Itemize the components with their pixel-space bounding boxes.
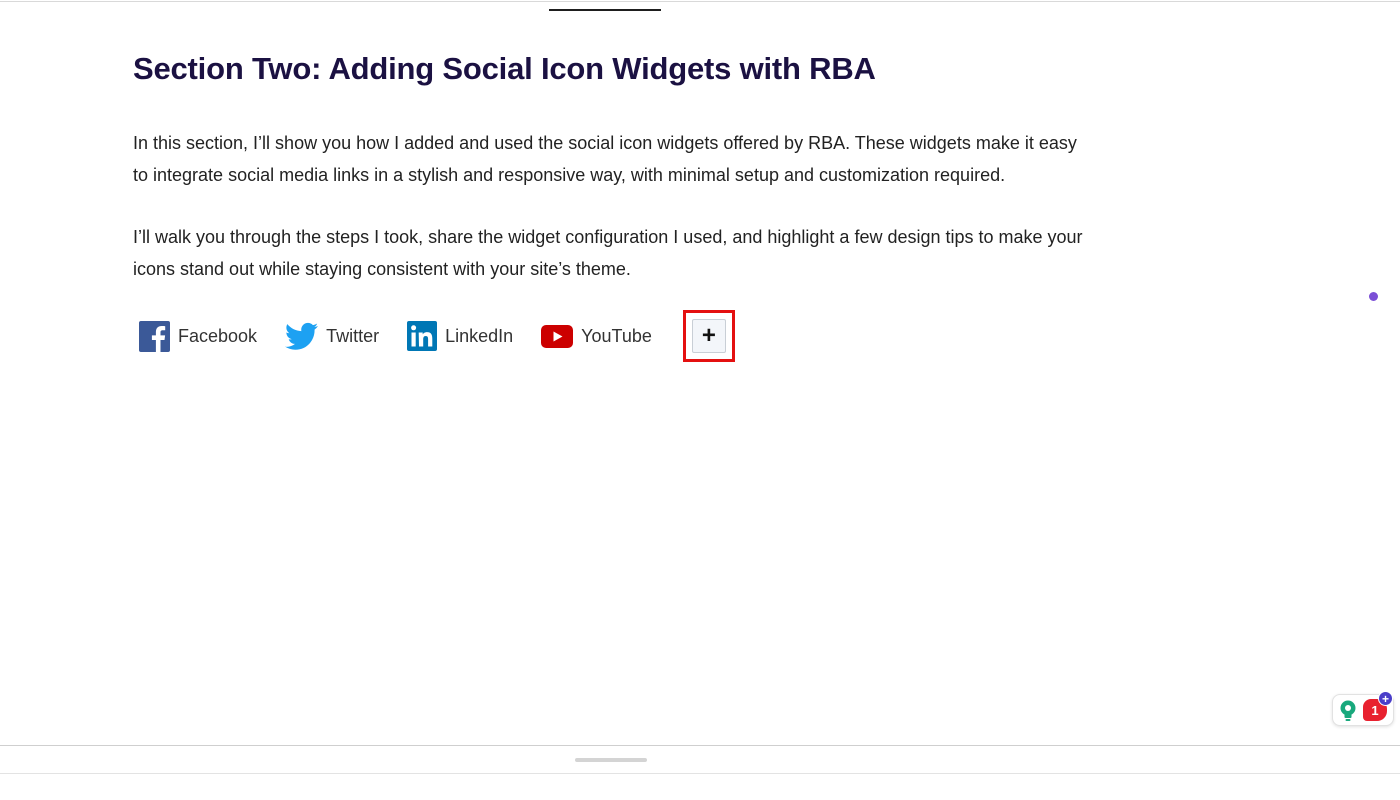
side-indicator-dot[interactable] xyxy=(1369,292,1378,301)
add-social-icon-highlight: + xyxy=(682,310,735,362)
social-link-youtube[interactable]: YouTube xyxy=(541,324,652,348)
bottom-divider-secondary xyxy=(0,773,1400,774)
bottom-divider xyxy=(0,745,1400,746)
youtube-icon xyxy=(541,324,574,348)
social-label-linkedin: LinkedIn xyxy=(445,325,514,346)
social-label-twitter: Twitter xyxy=(326,325,380,346)
article-content: Section Two: Adding Social Icon Widgets … xyxy=(133,50,1083,285)
lightbulb-icon xyxy=(1339,700,1357,727)
plus-circle-icon[interactable]: + xyxy=(1378,691,1393,706)
facebook-icon xyxy=(139,320,170,352)
social-link-linkedin[interactable]: LinkedIn xyxy=(407,321,513,351)
add-social-icon-button[interactable]: + xyxy=(691,319,726,353)
top-divider xyxy=(0,1,1400,2)
active-tab-indicator xyxy=(549,9,661,11)
paragraph-intro: In this section, I’ll show you how I add… xyxy=(133,133,1077,185)
social-link-facebook[interactable]: Facebook xyxy=(139,320,258,352)
section-heading: Section Two: Adding Social Icon Widgets … xyxy=(133,51,876,86)
social-label-facebook: Facebook xyxy=(178,325,258,346)
linkedin-icon xyxy=(407,321,438,351)
twitter-icon xyxy=(285,322,319,351)
paragraph-walkthrough: I’ll walk you through the steps I took, … xyxy=(133,227,1083,279)
social-link-twitter[interactable]: Twitter xyxy=(285,322,379,351)
social-icons-widget: Facebook Twitter LinkedIn YouTube + xyxy=(139,308,735,364)
resize-drag-handle[interactable] xyxy=(575,758,647,762)
page: Section Two: Adding Social Icon Widgets … xyxy=(0,0,1400,800)
social-label-youtube: YouTube xyxy=(581,325,652,346)
